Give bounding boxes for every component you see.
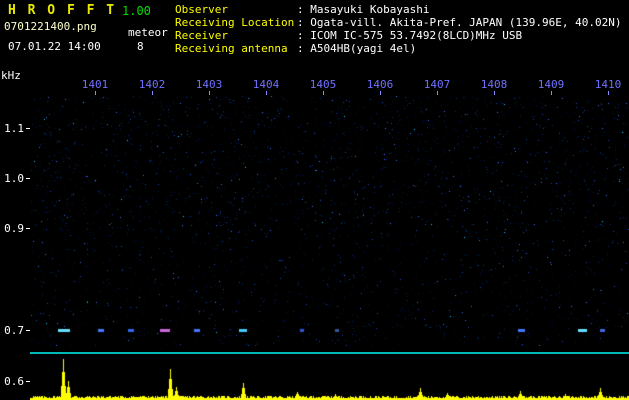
time-tick-mark xyxy=(152,91,153,95)
info-value: : Masayuki Kobayashi xyxy=(297,3,430,16)
time-tick-mark xyxy=(266,91,267,95)
freq-axis-unit: kHz xyxy=(1,69,21,82)
app-title: H R O F F T xyxy=(8,3,117,18)
app-version: 1.00 xyxy=(122,4,151,18)
mode-label: meteor xyxy=(128,26,168,39)
freq-tick-label: 0.6 xyxy=(4,375,24,388)
info-value: : Ogata-vill. Akita-Pref. JAPAN (139.96E… xyxy=(297,16,622,29)
time-tick-mark xyxy=(95,91,96,95)
time-tick-mark xyxy=(209,91,210,95)
freq-tick-label: 0.9 xyxy=(4,222,24,235)
time-tick-label: 1407 xyxy=(423,78,451,91)
time-tick-label: 1402 xyxy=(138,78,166,91)
info-value: : A504HB(yagi 4el) xyxy=(297,42,417,55)
time-tick-label: 1404 xyxy=(252,78,280,91)
datetime-label: 07.01.22 14:00 xyxy=(8,40,101,53)
freq-tick-label: 0.7 xyxy=(4,324,24,337)
spectrogram-canvas xyxy=(30,96,629,346)
time-tick-label: 1409 xyxy=(537,78,565,91)
freq-tick-label: 1.0 xyxy=(4,172,24,185)
info-row: Observer : Masayuki Kobayashi xyxy=(175,3,622,16)
time-tick-label: 1403 xyxy=(195,78,223,91)
time-tick-mark xyxy=(551,91,552,95)
info-row: Receiver : ICOM IC-575 53.7492(8LCD)MHz U… xyxy=(175,29,622,42)
info-label: Receiving antenna xyxy=(175,42,288,55)
time-tick-mark xyxy=(380,91,381,95)
info-label: Receiving Location xyxy=(175,16,295,29)
time-tick-label: 1410 xyxy=(594,78,622,91)
info-block: Observer : Masayuki Kobayashi Receiving Lo… xyxy=(175,3,622,55)
info-label: Receiver xyxy=(175,29,228,42)
signal-level-canvas xyxy=(30,354,629,400)
info-row: Receiving Location: Ogata-vill. Akita-Pr… xyxy=(175,16,622,29)
time-tick-label: 1408 xyxy=(480,78,508,91)
output-filename: 0701221400.png xyxy=(4,20,97,33)
freq-tick-label: 1.1 xyxy=(4,122,24,135)
time-tick-label: 1405 xyxy=(309,78,337,91)
hrofft-screen: H R O F F T 1.00 0701221400.png meteor 0… xyxy=(0,0,629,400)
time-tick-mark xyxy=(323,91,324,95)
time-tick-mark xyxy=(494,91,495,95)
time-tick-mark xyxy=(437,91,438,95)
info-value: : ICOM IC-575 53.7492(8LCD)MHz USB xyxy=(297,29,523,42)
time-tick-label: 1401 xyxy=(81,78,109,91)
info-label: Observer xyxy=(175,3,228,16)
time-tick-label: 1406 xyxy=(366,78,394,91)
time-tick-mark xyxy=(608,91,609,95)
meteor-count: 8 xyxy=(137,40,144,53)
info-row: Receiving antenna : A504HB(yagi 4el) xyxy=(175,42,622,55)
